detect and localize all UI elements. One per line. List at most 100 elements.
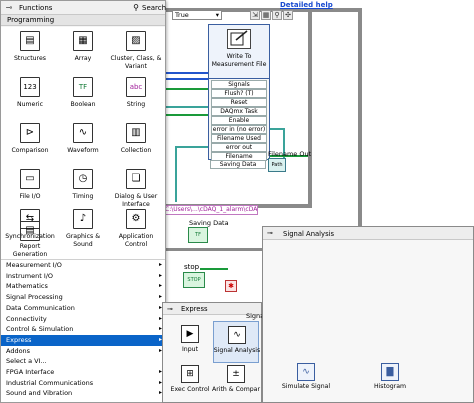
palette-item-label: Graphics & Sound xyxy=(65,233,101,248)
signal-analysis-title: Signal Analysis xyxy=(283,230,335,238)
filename-out-indicator[interactable]: Path xyxy=(268,158,286,172)
category-industrial-communications[interactable]: Industrial Communications ▸ xyxy=(1,378,165,389)
express-item-input[interactable]: ▶ Input xyxy=(167,321,213,363)
category-mathematics[interactable]: Mathematics ▸ xyxy=(1,281,165,292)
search-icon[interactable]: ⚲ xyxy=(131,3,141,13)
category-label: Mathematics xyxy=(6,282,48,291)
express-item-arith-compar[interactable]: ± Arith & Compar xyxy=(212,361,260,403)
structures-icon: ▤ xyxy=(20,31,40,51)
palette-item-label: Collection xyxy=(120,147,152,154)
waveform-icon: ∿ xyxy=(73,123,93,143)
case-selector-value: True xyxy=(175,11,189,19)
pin-icon[interactable]: ⊸ xyxy=(4,3,14,13)
palette-item-label: Timing xyxy=(72,193,94,200)
terminal-enable[interactable]: Enable xyxy=(211,116,267,125)
category-fpga-interface[interactable]: FPGA Interface ▸ xyxy=(1,367,165,378)
dialog-icon: ❏ xyxy=(126,169,146,189)
pin-icon[interactable]: ⊸ xyxy=(267,228,273,239)
category-instrument-io[interactable]: Instrument I/O ▸ xyxy=(1,271,165,282)
timing-icon: ◷ xyxy=(73,169,93,189)
collection-icon: ▥ xyxy=(126,123,146,143)
file-path-constant[interactable]: C:\Users\...\cDAQ_1_alarm\cDAQ_1_Saved D… xyxy=(162,205,258,215)
comparison-icon: ⊳ xyxy=(20,123,40,143)
chevron-right-icon: ▸ xyxy=(158,282,162,290)
signal-analysis-subpalette[interactable]: ⊸ Signal Analysis ∿ Simulate Signal ▇ Hi… xyxy=(262,226,474,403)
wire-signals-2 xyxy=(166,78,208,80)
resize-icon[interactable]: ⇲ xyxy=(250,10,260,20)
terminal-flush[interactable]: Flush? (T) xyxy=(211,89,267,98)
stop-button-control[interactable]: STOP xyxy=(183,272,205,288)
terminal-signals[interactable]: Signals xyxy=(211,80,267,89)
category-express[interactable]: Express ▸ xyxy=(1,334,165,346)
saving-data-indicator[interactable]: TF xyxy=(188,227,208,243)
category-label: Connectivity xyxy=(6,314,47,323)
programming-category[interactable]: Programming xyxy=(1,15,165,26)
stop-label: stop xyxy=(184,263,200,271)
category-addons[interactable]: Addons ▸ xyxy=(1,346,165,357)
write-to-measurement-file-vi[interactable]: Write To Measurement File Signals Flush?… xyxy=(208,24,270,161)
palette-item-label: Report Generation xyxy=(12,243,48,258)
file-io-icon: ▭ xyxy=(20,169,40,189)
category-data-communication[interactable]: Data Communication ▸ xyxy=(1,303,165,314)
histogram-icon: ▇ xyxy=(381,363,399,381)
cleanup-icon[interactable]: ✣ xyxy=(283,10,293,20)
express-item-label: Signal Analysis xyxy=(213,347,261,354)
while-loop-right-border xyxy=(358,8,362,228)
palette-header: ⊸ Functions ⚲ Search xyxy=(1,1,166,15)
loop-condition-icon[interactable]: ✱ xyxy=(225,280,237,292)
search-button[interactable]: Search xyxy=(142,4,166,12)
category-select-vi[interactable]: Select a VI... xyxy=(1,356,165,367)
pin-icon[interactable]: ⊸ xyxy=(167,304,173,314)
programming-icon-grid: ▤ Structures ▦ Array ▨ Cluster, Class, &… xyxy=(1,27,165,259)
terminal-filename-used[interactable]: Filename Used xyxy=(211,134,267,143)
grid-icon[interactable]: ▦ xyxy=(261,10,271,20)
palette-item-label: Cluster, Class, & Variant xyxy=(110,55,162,70)
category-control-simulation[interactable]: Control & Simulation ▸ xyxy=(1,324,165,335)
terminal-error-in[interactable]: error in (no error) xyxy=(211,125,267,134)
while-loop-bottom-border xyxy=(166,248,262,251)
express-item-label: Input xyxy=(181,346,199,353)
terminal-daqmx-task[interactable]: DAQmx Task xyxy=(211,107,267,116)
report-icon: ▤ xyxy=(20,221,40,241)
wire-filename xyxy=(175,146,208,148)
array-icon: ▦ xyxy=(73,31,93,51)
detailed-help-link[interactable]: Detailed help xyxy=(280,1,333,9)
palette-item-graphics[interactable]: ♪ Graphics & Sound xyxy=(56,205,110,261)
palette-item-label: Application Control xyxy=(118,233,154,248)
wire-filename-used xyxy=(270,128,284,130)
express-item-signal-analysis[interactable]: ∿ Signal Analysis xyxy=(213,321,260,363)
palette-item-app-control[interactable]: ⚙ Application Control xyxy=(109,205,163,261)
wire-flush xyxy=(166,88,208,90)
functions-palette[interactable]: ⊸ Functions ⚲ Search Programming ▤ Struc… xyxy=(0,0,166,403)
category-label: FPGA Interface xyxy=(6,368,55,376)
terminal-reset[interactable]: Reset xyxy=(211,98,267,107)
category-sound-vibration[interactable]: Sound and Vibration ▸ xyxy=(1,388,165,399)
palette-item-report[interactable]: ▤ Report Generation xyxy=(3,221,57,259)
category-signal-processing[interactable]: Signal Processing ▸ xyxy=(1,292,165,303)
palette-item-label: Numeric xyxy=(16,101,44,108)
input-icon: ▶ xyxy=(181,325,199,343)
signal-item-label: Histogram xyxy=(373,383,407,390)
terminal-error-out[interactable]: error out xyxy=(211,143,267,152)
case-selector[interactable]: True ▾ xyxy=(172,10,222,20)
category-label: Industrial Communications xyxy=(6,378,94,387)
category-label: Data Communication xyxy=(6,303,75,312)
category-label: Control & Simulation xyxy=(6,325,74,334)
express-item-exec-control[interactable]: ⊞ Exec Control xyxy=(167,361,213,403)
palette-item-label: Boolean xyxy=(70,101,96,108)
graphics-icon: ♪ xyxy=(73,209,93,229)
category-measurement-io[interactable]: Measurement I/O ▸ xyxy=(1,260,165,271)
category-connectivity[interactable]: Connectivity ▸ xyxy=(1,314,165,325)
category-label: Instrument I/O xyxy=(6,271,54,280)
simulate-signal-icon: ∿ xyxy=(297,363,315,381)
terminal-saving-data[interactable]: Saving Data xyxy=(210,160,266,169)
chevron-down-icon: ▾ xyxy=(215,11,219,19)
express-title: Express xyxy=(181,305,208,313)
filter-icon[interactable]: ⚲ xyxy=(272,10,282,20)
signal-item-histogram[interactable]: ▇ Histogram xyxy=(363,361,417,397)
wire-enable xyxy=(166,114,208,116)
chevron-right-icon: ▸ xyxy=(158,271,162,279)
palette-item-label: String xyxy=(126,101,146,108)
signal-item-simulate-signal[interactable]: ∿ Simulate Signal xyxy=(279,361,333,397)
saving-data-label: Saving Data xyxy=(189,219,229,227)
